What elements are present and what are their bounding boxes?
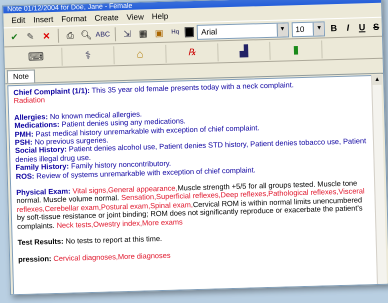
menu-view[interactable]: View: [126, 12, 143, 21]
menu-insert[interactable]: Insert: [33, 14, 53, 24]
delete-icon[interactable]: ✕: [40, 29, 53, 43]
ros-label: ROS:: [15, 171, 35, 181]
menu-format[interactable]: Format: [61, 14, 87, 24]
strikethrough-button[interactable]: S: [370, 22, 381, 32]
menu-edit[interactable]: Edit: [11, 15, 25, 24]
rx-icon[interactable]: ℞: [166, 42, 219, 63]
print-icon[interactable]: ⎙: [64, 28, 77, 42]
chief-complaint-text: This 35 year old female presents today w…: [89, 80, 294, 95]
chief-complaint: Chief Complaint (1/1): This 35 year old …: [13, 79, 368, 106]
impression-links[interactable]: Cervical diagnoses,More diagnoses: [51, 250, 170, 262]
font-value: Arial: [200, 26, 218, 37]
hq-icon[interactable]: Hq: [169, 25, 182, 39]
test-results-text: No tests to report at this time.: [63, 234, 163, 246]
toolbar-divider: [114, 27, 116, 42]
note-window: Note 01/12/2004 for Doe, Jane - Female E…: [2, 0, 388, 296]
impression: pression: Cervical diagnoses,More diagno…: [18, 246, 373, 264]
italic-button[interactable]: I: [342, 23, 353, 33]
stethoscope-icon[interactable]: ⚕: [62, 45, 115, 66]
calendar-icon[interactable]: ▮: [270, 39, 323, 60]
chart-icon[interactable]: ▟: [218, 41, 271, 61]
bold-button[interactable]: B: [328, 23, 339, 33]
radiation-link[interactable]: Radiation: [14, 96, 45, 106]
check-icon[interactable]: ✔: [8, 30, 21, 44]
scroll-up-icon[interactable]: ▲: [372, 74, 383, 86]
insert-icon[interactable]: ⇲: [121, 27, 134, 41]
note-editor[interactable]: Chief Complaint (1/1): This 35 year old …: [7, 75, 380, 296]
chevron-down-icon[interactable]: ▼: [276, 22, 288, 37]
menu-create[interactable]: Create: [94, 13, 118, 23]
physical-exam: Physical Exam: Vital signs,General appea…: [16, 179, 372, 231]
keyboard-icon[interactable]: ⌨: [10, 47, 63, 67]
font-size-select[interactable]: 10 ▼: [291, 20, 326, 37]
test-results: Test Results: No tests to report at this…: [18, 229, 373, 247]
toolbar-divider: [57, 28, 60, 43]
text-color-swatch[interactable]: [184, 27, 195, 38]
home-icon[interactable]: ⌂: [114, 44, 167, 64]
impression-label: pression:: [17, 253, 52, 264]
tab-note[interactable]: Note: [6, 69, 36, 84]
history-block: Allergies: No known medical allergies. M…: [14, 104, 371, 181]
table-icon[interactable]: ▦: [137, 26, 150, 40]
font-select[interactable]: Arial ▼: [196, 21, 289, 40]
menu-help[interactable]: Help: [152, 11, 169, 20]
spellcheck-icon[interactable]: ABC: [96, 27, 111, 41]
preview-icon[interactable]: 🔍︎: [80, 28, 93, 42]
underline-button[interactable]: U: [356, 22, 367, 32]
pen-icon[interactable]: ✎: [24, 29, 37, 43]
test-results-label: Test Results:: [17, 236, 64, 248]
image-icon[interactable]: ▣: [153, 26, 166, 40]
chevron-down-icon[interactable]: ▼: [313, 21, 325, 36]
font-size-value: 10: [295, 24, 305, 34]
